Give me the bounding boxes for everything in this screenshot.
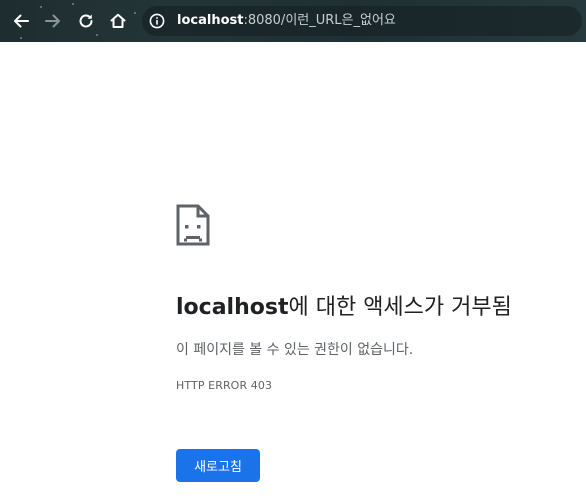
sad-document-icon [176, 204, 210, 246]
reload-toolbar-button[interactable] [74, 9, 98, 33]
reload-icon [79, 14, 93, 28]
url-host: localhost [177, 13, 244, 28]
heading-host: localhost [176, 295, 289, 320]
info-icon[interactable] [149, 13, 165, 29]
heading-text: 에 대한 액세스가 거부됨 [288, 295, 512, 320]
toolbar-texture [40, 6, 42, 8]
browser-toolbar: localhost:8080/이런_URL은_없어요 [0, 0, 586, 42]
toolbar-texture [134, 12, 136, 14]
url-text[interactable]: localhost:8080/이런_URL은_없어요 [177, 13, 396, 29]
url-path: :8080/이런_URL은_없어요 [243, 13, 396, 28]
forward-arrow-icon [45, 14, 60, 28]
home-icon [110, 13, 126, 28]
toolbar-texture [96, 34, 98, 36]
error-code: HTTP ERROR 403 [176, 379, 273, 392]
forward-button[interactable] [41, 9, 65, 33]
toolbar-texture [72, 3, 74, 5]
reload-button[interactable]: 새로고침 [176, 449, 260, 482]
address-bar[interactable]: localhost:8080/이런_URL은_없어요 [142, 6, 582, 36]
error-heading: localhost에 대한 액세스가 거부됨 [176, 293, 512, 323]
toolbar-texture [20, 37, 22, 39]
error-message: 이 페이지를 볼 수 있는 권한이 없습니다. [176, 342, 414, 358]
home-button[interactable] [106, 9, 130, 33]
back-arrow-icon [14, 14, 29, 28]
back-button[interactable] [9, 9, 33, 33]
